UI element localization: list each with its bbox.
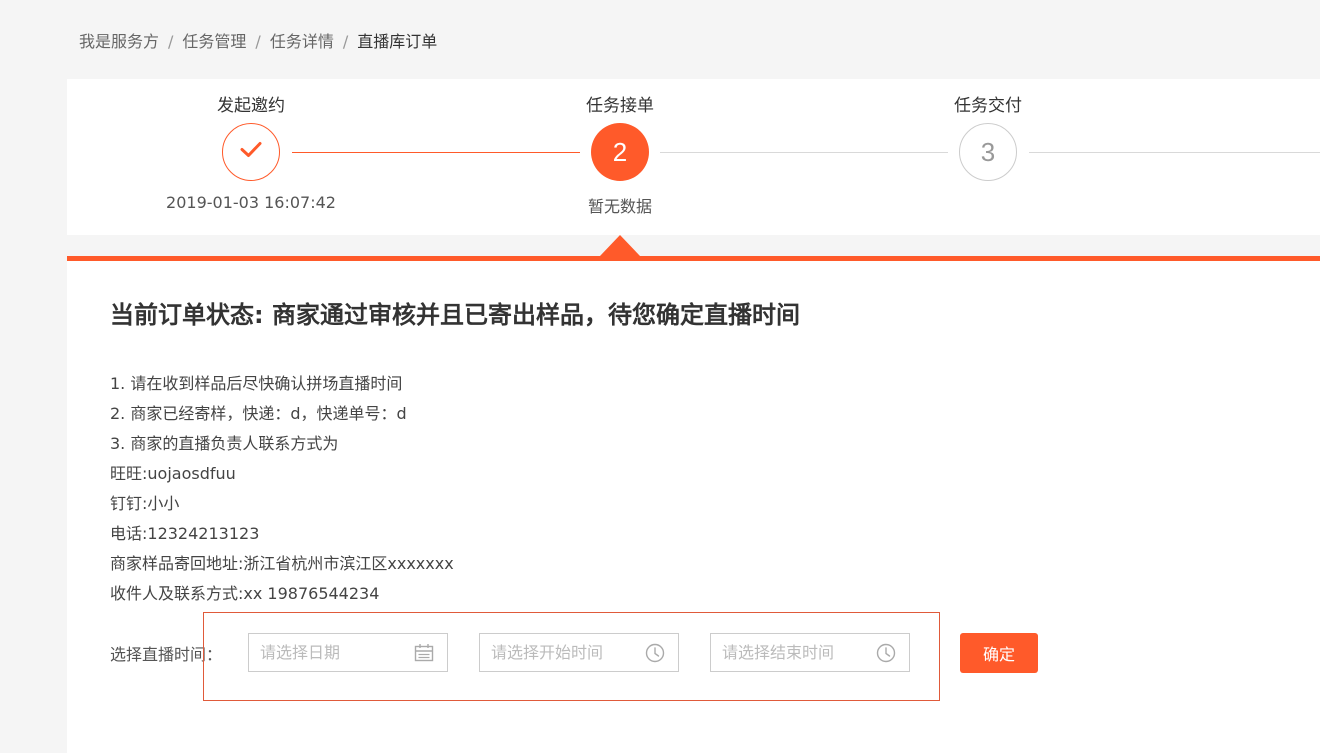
- breadcrumb: 我是服务方 / 任务管理 / 任务详情 / 直播库订单: [79, 28, 437, 52]
- info-line-shipping: 2. 商家已经寄样，快递：d，快递单号：d: [110, 404, 407, 423]
- check-icon: [239, 137, 263, 168]
- breadcrumb-separator: /: [342, 32, 349, 51]
- info-line-receiver: 收件人及联系方式:xx 19876544234: [110, 584, 380, 603]
- info-line-contact-intro: 3. 商家的直播负责人联系方式为: [110, 434, 339, 453]
- step-title-accept: 任务接单: [586, 96, 654, 116]
- clock-icon[interactable]: [876, 643, 896, 663]
- date-input[interactable]: [260, 634, 410, 671]
- info-line-return-address: 商家样品寄回地址:浙江省杭州市滨江区xxxxxxx: [110, 554, 454, 573]
- step-connector-1: [292, 152, 580, 153]
- order-status-title: 当前订单状态: 商家通过审核并且已寄出样品，待您确定直播时间: [110, 301, 800, 329]
- info-line-wangwang: 旺旺:uojaosdfuu: [110, 464, 236, 483]
- breadcrumb-item-live-order: 直播库订单: [357, 32, 438, 51]
- order-info-list: 1. 请在收到样品后尽快确认拼场直播时间 2. 商家已经寄样，快递：d，快递单号…: [110, 369, 810, 609]
- info-line-confirm-time: 1. 请在收到样品后尽快确认拼场直播时间: [110, 374, 403, 393]
- step-title-invite: 发起邀约: [217, 96, 285, 116]
- confirm-button[interactable]: 确定: [960, 633, 1038, 673]
- step-marker-accept: 2: [591, 123, 649, 181]
- step-marker-invite: [222, 123, 280, 181]
- step-status-accept: 暂无数据: [587, 197, 653, 216]
- end-time-picker[interactable]: [710, 633, 910, 672]
- order-detail-card: 当前订单状态: 商家通过审核并且已寄出样品，待您确定直播时间 1. 请在收到样品…: [67, 261, 1320, 753]
- progress-steps: 发起邀约 2019-01-03 16:07:42 任务接单 2 暂无数据 任务交…: [67, 79, 1320, 235]
- calendar-icon[interactable]: [414, 643, 434, 663]
- clock-icon[interactable]: [645, 643, 665, 663]
- step-marker-deliver: 3: [959, 123, 1017, 181]
- step-connector-2: [660, 152, 948, 153]
- active-step-pointer: [600, 235, 640, 256]
- step-connector-3: [1029, 152, 1320, 153]
- breadcrumb-item-service-provider[interactable]: 我是服务方: [79, 32, 159, 51]
- start-time-picker[interactable]: [479, 633, 679, 672]
- step-title-deliver: 任务交付: [954, 96, 1022, 116]
- start-time-input[interactable]: [491, 634, 641, 671]
- step-time-invite: 2019-01-03 16:07:42: [166, 193, 336, 212]
- breadcrumb-item-task-management[interactable]: 任务管理: [182, 32, 246, 51]
- breadcrumb-separator: /: [168, 32, 174, 51]
- breadcrumb-separator: /: [255, 32, 261, 51]
- info-line-phone: 电话:12324213123: [110, 524, 260, 543]
- info-line-dingding: 钉钉:小小: [110, 494, 180, 513]
- end-time-input[interactable]: [722, 634, 872, 671]
- breadcrumb-item-task-detail[interactable]: 任务详情: [270, 32, 334, 51]
- date-picker[interactable]: [248, 633, 448, 672]
